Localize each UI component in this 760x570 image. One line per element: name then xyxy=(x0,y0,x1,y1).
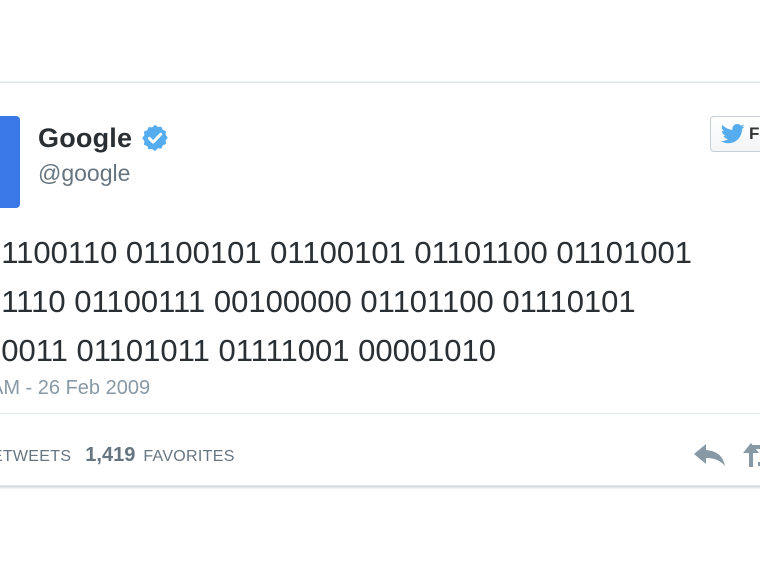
retweet-icon[interactable] xyxy=(742,441,760,469)
tweet-text-line: 00011 01101011 01111001 00001010 xyxy=(0,333,497,368)
favorites-count[interactable]: 1,419 xyxy=(85,444,135,467)
tweet-stats: RETWEETS 1,419 FAVORITES xyxy=(0,444,235,467)
author-row: Google xyxy=(38,121,170,155)
stats-divider xyxy=(0,413,760,414)
author-name[interactable]: Google xyxy=(38,123,132,154)
tweet-text-line: 01100110 01100101 01100101 01101100 0110… xyxy=(0,235,692,270)
tweet-text-line: 01110 01100111 00100000 01101100 0111010… xyxy=(0,284,636,319)
verified-badge-icon xyxy=(142,124,168,152)
twitter-bird-icon xyxy=(721,124,745,144)
follow-button[interactable]: F xyxy=(710,116,760,152)
tweet-text: 01100110 01100101 01100101 01101100 0110… xyxy=(0,228,760,375)
favorites-label[interactable]: FAVORITES xyxy=(143,448,234,466)
follow-button-label: F xyxy=(749,124,760,143)
embedded-tweet-page: Google @google F 01100110 01100101 01100… xyxy=(0,0,760,570)
avatar[interactable] xyxy=(0,116,20,208)
reply-icon[interactable] xyxy=(692,441,728,469)
retweets-label[interactable]: RETWEETS xyxy=(0,448,71,466)
author-handle[interactable]: @google xyxy=(38,160,130,187)
tweet-timestamp[interactable]: AM - 26 Feb 2009 xyxy=(0,377,150,400)
